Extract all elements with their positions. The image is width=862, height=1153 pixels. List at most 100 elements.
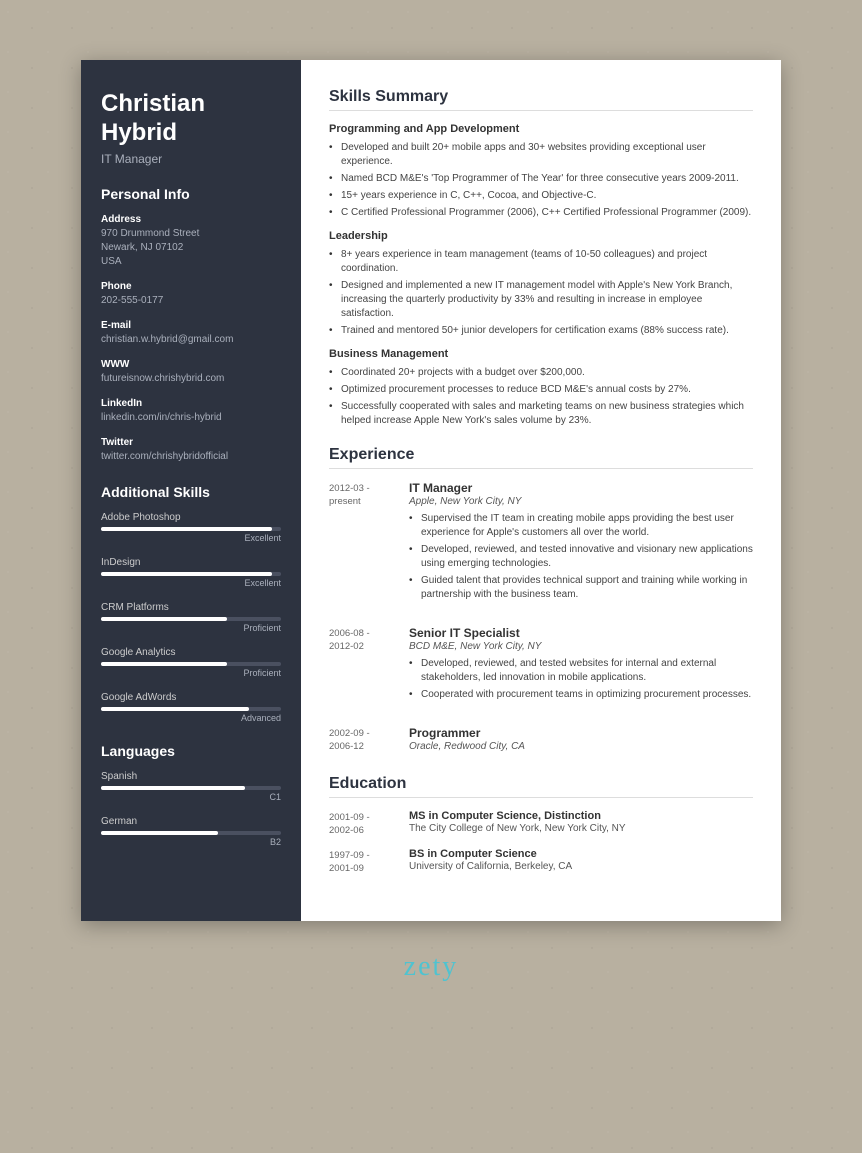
education-section: Education 2001-09 -2002-06MS in Computer… [329,775,753,875]
experience-content-block: Senior IT SpecialistBCD M&E, New York Ci… [409,626,753,712]
skill-item: CRM Platforms Proficient [101,602,281,633]
education-dates: 1997-09 -2001-09 [329,848,409,876]
email-group: E-mail christian.w.hybrid@gmail.com [101,320,281,347]
language-level: C1 [101,792,281,802]
experience-entry: 2002-09 -2006-12ProgrammerOracle, Redwoo… [329,726,753,757]
language-item: German B2 [101,816,281,847]
skill-item: Adobe Photoshop Excellent [101,512,281,543]
list-item: Developed and built 20+ mobile apps and … [329,141,753,169]
subsection-title: Leadership [329,230,753,242]
phone-group: Phone 202-555-0177 [101,281,281,308]
skill-item: InDesign Excellent [101,557,281,588]
experience-job-title: Senior IT Specialist [409,626,753,640]
linkedin-value: linkedin.com/in/chris-hybrid [101,411,281,425]
experience-bullets: Supervised the IT team in creating mobil… [409,512,753,602]
experience-company: Apple, New York City, NY [409,496,753,507]
experience-company: Oracle, Redwood City, CA [409,741,753,752]
bullet-list: Developed and built 20+ mobile apps and … [329,141,753,220]
skill-bar-bg [101,572,281,576]
experience-job-title: IT Manager [409,481,753,495]
list-item: Named BCD M&E's 'Top Programmer of The Y… [329,172,753,186]
skills-subsection: Programming and App DevelopmentDeveloped… [329,123,753,220]
personal-info-header: Personal Info [101,186,281,202]
list-item: Guided talent that provides technical su… [409,574,753,602]
skill-bar-fill [101,617,227,621]
skill-item: Google AdWords Advanced [101,692,281,723]
skill-name: Adobe Photoshop [101,512,281,523]
skill-bar-bg [101,707,281,711]
language-bar-fill [101,786,245,790]
left-column: Christian Hybrid IT Manager Personal Inf… [81,60,301,921]
list-item: Cooperated with procurement teams in opt… [409,688,753,702]
experience-content: 2012-03 -presentIT ManagerApple, New Yor… [329,481,753,757]
language-bar-bg [101,786,281,790]
experience-entry: 2012-03 -presentIT ManagerApple, New Yor… [329,481,753,612]
language-item: Spanish C1 [101,771,281,802]
address-label: Address [101,214,281,225]
skill-bar-bg [101,617,281,621]
twitter-value: twitter.com/chrishybridofficial [101,450,281,464]
skill-bar-fill [101,527,272,531]
experience-bullets: Developed, reviewed, and tested websites… [409,657,753,702]
experience-dates: 2006-08 -2012-02 [329,626,409,712]
linkedin-label: LinkedIn [101,398,281,409]
education-school: The City College of New York, New York C… [409,823,753,834]
full-name: Christian Hybrid [101,90,281,148]
twitter-group: Twitter twitter.com/chrishybridofficial [101,437,281,464]
education-content: 2001-09 -2002-06MS in Computer Science, … [329,810,753,875]
address-group: Address 970 Drummond StreetNewark, NJ 07… [101,214,281,269]
name-title-block: Christian Hybrid IT Manager [101,90,281,166]
education-entry: 1997-09 -2001-09BS in Computer ScienceUn… [329,848,753,876]
language-name: German [101,816,281,827]
skill-bar-bg [101,662,281,666]
list-item: Supervised the IT team in creating mobil… [409,512,753,540]
email-label: E-mail [101,320,281,331]
language-name: Spanish [101,771,281,782]
list-item: Successfully cooperated with sales and m… [329,400,753,428]
list-item: Developed, reviewed, and tested innovati… [409,543,753,571]
skill-bar-fill [101,707,249,711]
language-bar-bg [101,831,281,835]
skill-name: CRM Platforms [101,602,281,613]
skill-level: Proficient [101,668,281,678]
experience-section: Experience 2012-03 -presentIT ManagerApp… [329,446,753,757]
www-value: futureisnow.chrishybrid.com [101,372,281,386]
additional-skills-header: Additional Skills [101,484,281,500]
first-name: Christian [101,90,205,117]
list-item: Developed, reviewed, and tested websites… [409,657,753,685]
skill-bar-fill [101,662,227,666]
list-item: Coordinated 20+ projects with a budget o… [329,366,753,380]
skill-name: InDesign [101,557,281,568]
resume: Christian Hybrid IT Manager Personal Inf… [81,60,781,921]
education-dates: 2001-09 -2002-06 [329,810,409,838]
list-item: Designed and implemented a new IT manage… [329,279,753,321]
www-group: WWW futureisnow.chrishybrid.com [101,359,281,386]
skill-level: Advanced [101,713,281,723]
languages-list: Spanish C1 German B2 [101,771,281,847]
phone-label: Phone [101,281,281,292]
skill-level: Excellent [101,533,281,543]
skills-summary-section: Skills Summary Programming and App Devel… [329,88,753,428]
skills-subsection: Business ManagementCoordinated 20+ proje… [329,348,753,428]
skills-list: Adobe Photoshop Excellent InDesign Excel… [101,512,281,723]
linkedin-group: LinkedIn linkedin.com/in/chris-hybrid [101,398,281,425]
twitter-label: Twitter [101,437,281,448]
experience-dates: 2002-09 -2006-12 [329,726,409,757]
experience-entry: 2006-08 -2012-02Senior IT SpecialistBCD … [329,626,753,712]
skill-name: Google Analytics [101,647,281,658]
skill-name: Google AdWords [101,692,281,703]
skills-summary-title: Skills Summary [329,88,753,111]
list-item: 8+ years experience in team management (… [329,248,753,276]
education-content-block: BS in Computer ScienceUniversity of Cali… [409,848,753,876]
skills-summary-content: Programming and App DevelopmentDeveloped… [329,123,753,428]
bullet-list: 8+ years experience in team management (… [329,248,753,338]
experience-content-block: IT ManagerApple, New York City, NY Superv… [409,481,753,612]
skill-item: Google Analytics Proficient [101,647,281,678]
language-level: B2 [101,837,281,847]
job-title: IT Manager [101,152,281,166]
address-value: 970 Drummond StreetNewark, NJ 07102USA [101,227,281,269]
education-degree: BS in Computer Science [409,848,753,860]
bullet-list: Coordinated 20+ projects with a budget o… [329,366,753,428]
education-content-block: MS in Computer Science, DistinctionThe C… [409,810,753,838]
languages-header: Languages [101,743,281,759]
